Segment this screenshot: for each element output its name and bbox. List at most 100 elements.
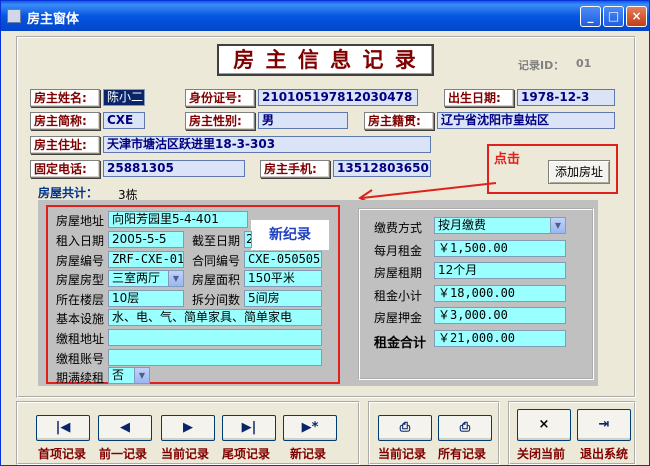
pay-account-field[interactable] — [108, 349, 322, 366]
prev-record-label: 前一记录 — [99, 447, 148, 461]
last-record-icon: ▶| — [241, 420, 257, 435]
end-date-field[interactable]: 2 — [244, 231, 252, 248]
pay-method-label: 缴费方式 — [374, 221, 423, 235]
renew-label: 期满续租 — [56, 371, 105, 385]
exit-system-button[interactable]: ⇥ — [577, 409, 631, 441]
app-icon — [7, 9, 21, 23]
facilities-field[interactable]: 水、电、气、简单家具、简单家电 — [108, 309, 322, 326]
print-all-button[interactable]: ⎙ — [438, 415, 492, 441]
contract-number-label: 合同编号 — [192, 254, 241, 268]
current-record-button[interactable]: ▶ — [161, 415, 215, 441]
deposit-label: 房屋押金 — [374, 311, 423, 325]
id-number-field[interactable]: 210105197812030478 — [258, 89, 418, 106]
record-id-value: 01 — [576, 57, 592, 70]
maximize-icon: □ — [607, 9, 620, 23]
floor-label: 所在楼层 — [56, 293, 105, 307]
house-number-label: 房屋编号 — [56, 254, 105, 268]
end-date-label: 截至日期 — [192, 234, 241, 248]
pay-account-label: 缴租账号 — [56, 352, 105, 366]
house-type-label: 房屋房型 — [56, 273, 105, 287]
exit-system-label: 退出系统 — [580, 447, 629, 461]
owner-address-field[interactable]: 天津市塘沽区跃进里18-3-303 — [103, 136, 431, 153]
house-address-field[interactable]: 向阳芳园里5-4-401 — [108, 211, 248, 228]
id-number-label: 身份证号: — [185, 89, 255, 107]
house-type-select[interactable]: 三室两厅 ▼ — [108, 270, 184, 287]
birth-date-label: 出生日期: — [444, 89, 514, 107]
minimize-icon: _ — [587, 9, 594, 23]
new-record-icon: ▶* — [301, 420, 319, 435]
new-record-button[interactable]: ▶* — [283, 415, 337, 441]
origin-field[interactable]: 辽宁省沈阳市皇姑区 — [437, 112, 615, 129]
prev-record-button[interactable]: ◀ — [98, 415, 152, 441]
close-icon: × — [538, 417, 550, 432]
new-record-label: 新记录 — [290, 447, 327, 461]
current-record-icon: ▶ — [183, 420, 193, 435]
lease-term-label: 房屋租期 — [374, 266, 423, 280]
prev-record-icon: ◀ — [120, 420, 130, 435]
birth-date-field[interactable]: 1978-12-3 — [517, 89, 615, 106]
chevron-down-icon[interactable]: ▼ — [134, 368, 149, 383]
house-type-value: 三室两厅 — [112, 271, 161, 285]
new-record-note: 新纪录 — [251, 220, 329, 250]
contract-number-field[interactable]: CXE-05050501 — [244, 251, 322, 268]
chevron-down-icon[interactable]: ▼ — [168, 271, 183, 286]
first-record-icon: |◀ — [55, 420, 71, 435]
close-window-button[interactable]: × — [626, 6, 647, 27]
mobile-label: 房主手机: — [260, 160, 330, 178]
lease-term-field[interactable]: 12个月 — [434, 262, 566, 279]
floor-field[interactable]: 10层 — [108, 290, 184, 307]
last-record-button[interactable]: ▶| — [222, 415, 276, 441]
close-current-button[interactable]: × — [517, 409, 571, 441]
renew-select[interactable]: 否 ▼ — [108, 367, 150, 384]
close-icon: × — [631, 9, 642, 23]
rent-subtotal-label: 租金小计 — [374, 289, 423, 303]
exit-door-icon: ⇥ — [598, 417, 610, 432]
rent-date-field[interactable]: 2005-5-5 — [108, 231, 184, 248]
split-rooms-field[interactable]: 5间房 — [244, 290, 322, 307]
window-title: 房主窗体 — [27, 12, 80, 27]
first-record-button[interactable]: |◀ — [36, 415, 90, 441]
pay-method-select[interactable]: 按月缴费 ▼ — [434, 217, 566, 234]
title-bar[interactable]: 房主窗体 _ □ × — [1, 1, 649, 31]
pay-address-field[interactable] — [108, 329, 322, 346]
printer-icon: ⎙ — [459, 420, 471, 435]
pay-address-label: 缴租地址 — [56, 332, 105, 346]
maximize-button[interactable]: □ — [603, 6, 624, 27]
click-hint: 点击 — [494, 152, 521, 167]
current-record-label: 当前记录 — [161, 447, 210, 461]
pay-method-value: 按月缴费 — [438, 218, 487, 232]
form-title: 房 主 信 息 记 录 — [217, 44, 434, 76]
house-number-field[interactable]: ZRF-CXE-01 — [108, 251, 184, 268]
record-id-label: 记录ID： — [518, 59, 565, 72]
rent-date-label: 租入日期 — [56, 234, 105, 248]
deposit-field[interactable]: ￥3,000.00 — [434, 307, 566, 324]
owner-form: 房 主 信 息 记 录 记录ID： 01 房主姓名: 陈小二 身份证号: 210… — [8, 32, 644, 465]
owner-name-label: 房主姓名: — [30, 89, 100, 107]
area-field[interactable]: 150平米 — [244, 270, 322, 287]
houses-total-label: 房屋共计： — [38, 186, 99, 200]
gender-label: 房主性别: — [185, 112, 255, 130]
origin-label: 房主籍贯: — [364, 112, 434, 130]
phone-label: 固定电话: — [30, 160, 100, 178]
gender-field[interactable]: 男 — [258, 112, 348, 129]
owner-name-field[interactable]: 陈小二 — [103, 89, 145, 106]
facilities-label: 基本设施 — [56, 312, 105, 326]
last-record-label: 尾项记录 — [222, 447, 271, 461]
add-house-button[interactable]: 添加房址 — [548, 160, 610, 184]
rent-subtotal-field[interactable]: ￥18,000.00 — [434, 285, 566, 302]
monthly-rent-field[interactable]: ￥1,500.00 — [434, 240, 566, 257]
split-rooms-label: 拆分间数 — [192, 293, 241, 307]
phone-field[interactable]: 25881305 — [103, 160, 245, 177]
owner-short-name-label: 房主简称: — [30, 112, 100, 130]
print-current-label: 当前记录 — [378, 447, 427, 461]
main-window: 房主窗体 _ □ × 房 主 信 息 记 录 记录ID： 01 房主姓名: 陈小… — [0, 0, 650, 466]
mobile-field[interactable]: 13512803650 — [333, 160, 431, 177]
rent-total-field[interactable]: ￥21,000.00 — [434, 330, 566, 347]
chevron-down-icon[interactable]: ▼ — [550, 218, 565, 233]
close-current-label: 关闭当前 — [517, 447, 566, 461]
rent-total-label: 租金合计 — [374, 336, 427, 351]
area-label: 房屋面积 — [192, 273, 241, 287]
minimize-button[interactable]: _ — [580, 6, 601, 27]
owner-short-name-field[interactable]: CXE — [103, 112, 145, 129]
print-current-button[interactable]: ⎙ — [378, 415, 432, 441]
